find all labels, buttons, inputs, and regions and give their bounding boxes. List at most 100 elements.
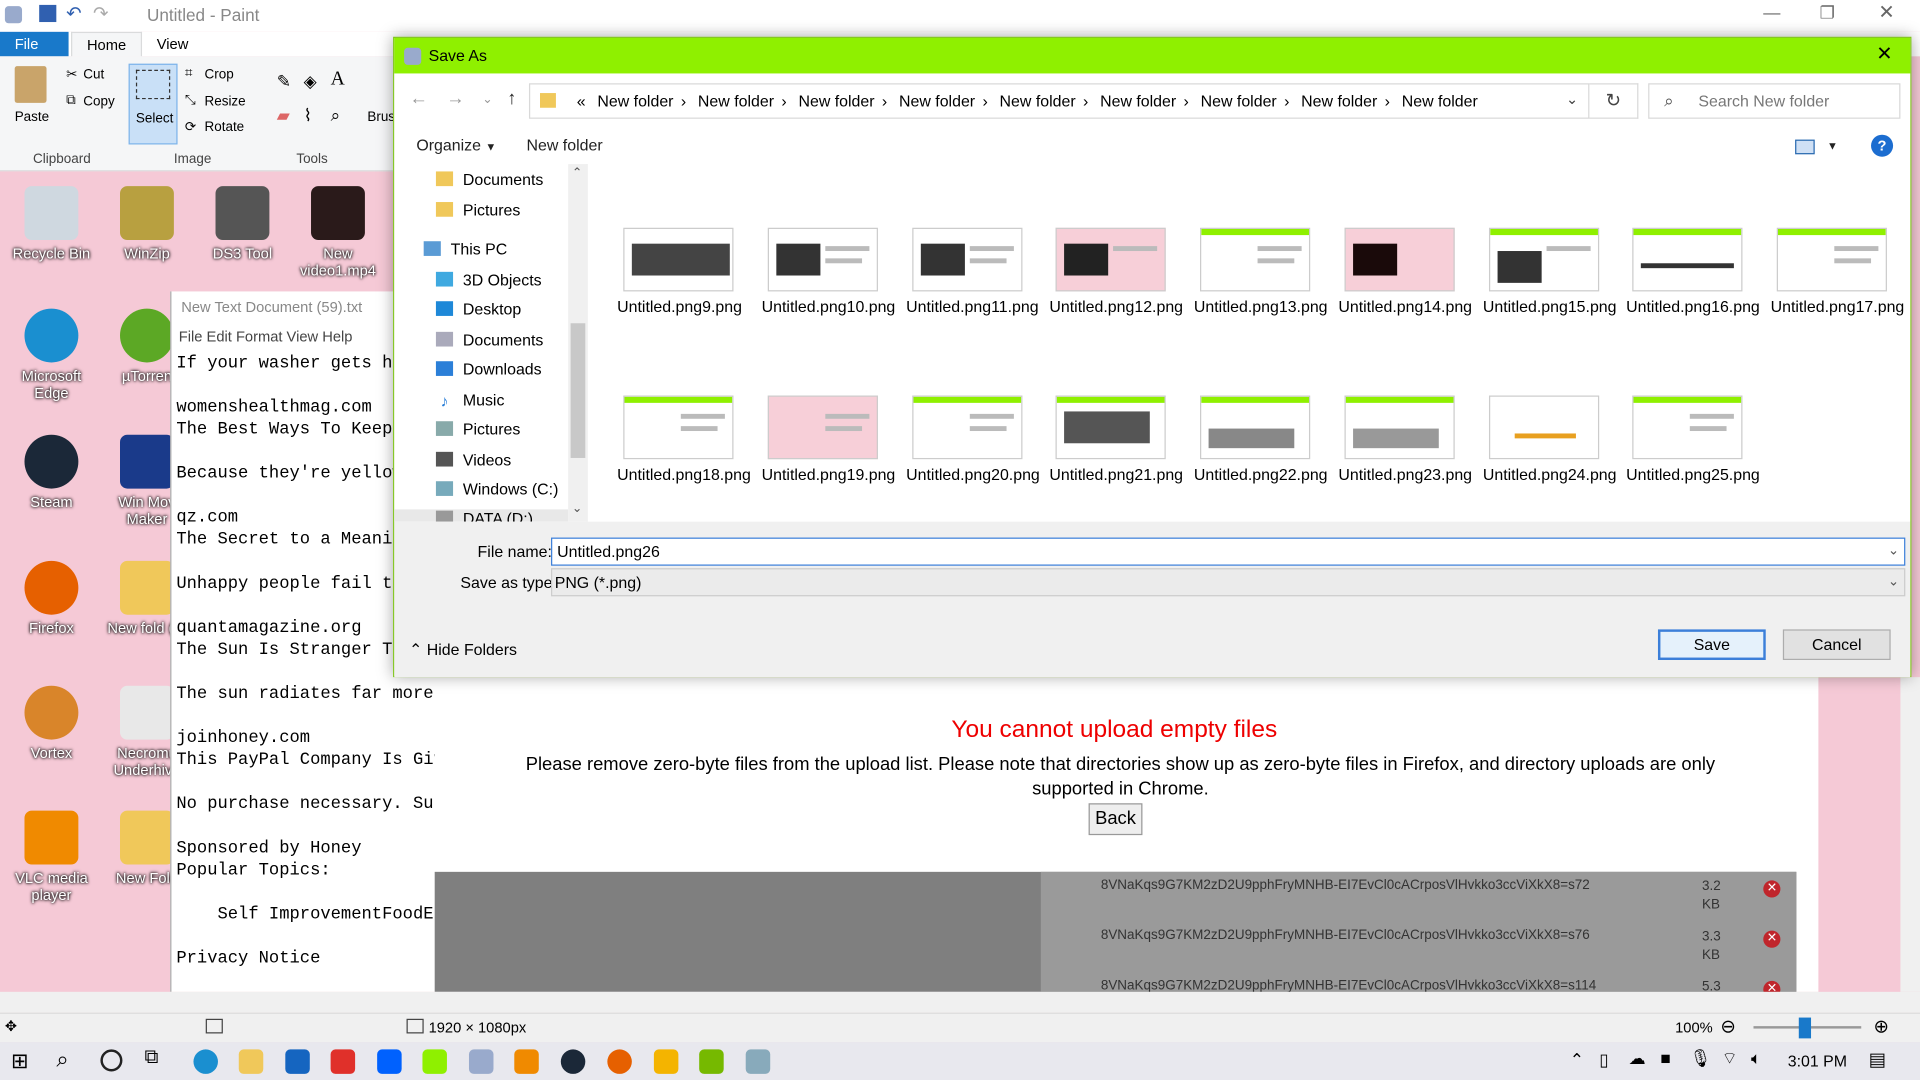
desktop-icon-vlc[interactable]: VLC media player	[9, 810, 95, 904]
close-icon[interactable]: ✕	[1878, 0, 1894, 24]
camera-icon[interactable]: ■	[1660, 1048, 1670, 1068]
redo-icon[interactable]: ↷	[93, 2, 108, 25]
restore-icon[interactable]: ❐	[1820, 2, 1835, 23]
cloud-icon[interactable]: ☁	[1629, 1048, 1646, 1069]
resize-icon[interactable]: ⤡	[185, 93, 196, 109]
back-button[interactable]: Back	[1088, 803, 1143, 836]
firefox-taskbar-icon[interactable]	[607, 1049, 632, 1074]
nav-item-3d-objects[interactable]: 3D Objects	[435, 271, 542, 298]
file-item[interactable]: Untitled.png19.png	[762, 395, 895, 485]
cortana-icon[interactable]	[100, 1049, 123, 1072]
nav-item-desktop[interactable]: Desktop	[435, 300, 521, 327]
wifi-icon[interactable]: ⌔	[1722, 1048, 1738, 1070]
file-item[interactable]: Untitled.png18.png	[617, 395, 751, 485]
cut-icon[interactable]: ✂	[66, 66, 77, 82]
notepad-menu[interactable]: File Edit Format View Help	[179, 328, 353, 345]
refresh-button[interactable]: ↻	[1589, 83, 1639, 119]
nvidia-taskbar-icon[interactable]	[699, 1049, 724, 1074]
copy-icon[interactable]: ⧉	[66, 93, 76, 109]
explorer-taskbar-icon[interactable]	[238, 1049, 264, 1074]
zoom-out-icon[interactable]: ⊖	[1720, 1015, 1735, 1037]
app-taskbar-icon[interactable]	[330, 1049, 356, 1074]
canvas-vertical-scrollbar[interactable]	[1900, 677, 1920, 992]
nav-item-windows-c[interactable]: Windows (C:)	[435, 480, 558, 507]
vlc-taskbar-icon[interactable]	[514, 1049, 539, 1074]
tab-view[interactable]: View	[142, 32, 203, 56]
nav-item-music[interactable]: ♪ Music	[436, 391, 505, 418]
rotate-button[interactable]: Rotate	[204, 120, 244, 135]
clock-time[interactable]: 3:01 PM	[1788, 1052, 1847, 1070]
dropbox-taskbar-icon[interactable]	[377, 1049, 402, 1074]
chevron-down-icon[interactable]: ⌄	[1888, 542, 1899, 559]
file-item[interactable]: Untitled.png24.png	[1483, 395, 1617, 485]
cut-button[interactable]: Cut	[83, 67, 104, 82]
breadcrumb-item[interactable]: New folder	[1402, 92, 1478, 110]
color-picker-icon[interactable]: ⌇	[304, 105, 312, 126]
mail-taskbar-icon[interactable]	[285, 1049, 310, 1074]
file-item[interactable]: Untitled.png25.png	[1626, 395, 1760, 485]
caret-down-icon[interactable]: ▼	[1827, 140, 1838, 152]
breadcrumb-item[interactable]: New folder	[1100, 92, 1176, 110]
task-view-icon[interactable]: ⧉	[144, 1047, 158, 1069]
nav-item-documents-quick[interactable]: Documents	[435, 170, 543, 197]
tab-file[interactable]: File	[0, 31, 69, 57]
volume-icon[interactable]: 🔈︎	[1751, 1048, 1761, 1069]
breadcrumb-item[interactable]: New folder	[597, 92, 673, 110]
file-item[interactable]: Untitled.png15.png	[1483, 227, 1617, 317]
zoom-slider-thumb[interactable]	[1798, 1017, 1812, 1039]
file-name-input[interactable]: Untitled.png26 ⌄	[551, 537, 1906, 566]
notifications-icon[interactable]: ▤	[1869, 1048, 1886, 1070]
dialog-close-icon[interactable]: ✕	[1870, 42, 1899, 69]
zoom-in-icon[interactable]: ⊕	[1873, 1015, 1888, 1037]
brushes-button[interactable]: Brus	[367, 110, 395, 125]
copy-button[interactable]: Copy	[83, 94, 114, 109]
crop-icon[interactable]: ⌗	[185, 66, 193, 82]
undo-icon[interactable]: ↶	[66, 2, 81, 25]
view-options-icon[interactable]	[1795, 139, 1815, 155]
search-box[interactable]: ⌕ Search New folder	[1648, 83, 1901, 119]
nav-item-downloads[interactable]: Downloads	[435, 360, 542, 387]
desktop-icon-recycle-bin[interactable]: Recycle Bin	[9, 186, 95, 262]
file-item[interactable]: Untitled.png21.png	[1049, 395, 1183, 485]
windows-start-icon[interactable]: ⊞	[11, 1049, 28, 1073]
save-button[interactable]: Save	[1657, 629, 1766, 661]
file-item[interactable]: Untitled.png10.png	[762, 227, 895, 317]
remove-icon[interactable]: ✕	[1763, 880, 1781, 898]
desktop-icon-winzip[interactable]: WinZip	[104, 186, 190, 262]
nav-item-data-d[interactable]: DATA (D:)	[394, 509, 569, 522]
steam-taskbar-icon[interactable]	[560, 1049, 586, 1074]
cancel-button[interactable]: Cancel	[1782, 629, 1891, 661]
file-item[interactable]: Untitled.png9.png	[617, 227, 742, 317]
file-item[interactable]: Untitled.png23.png	[1338, 395, 1472, 485]
file-item[interactable]: Untitled.png14.png	[1338, 227, 1472, 317]
eraser-icon[interactable]: ▰	[277, 105, 290, 126]
search-icon[interactable]: ⌕	[56, 1047, 68, 1073]
magnifier-icon[interactable]: ⌕	[331, 105, 341, 126]
chevron-down-icon[interactable]: ⌄	[1566, 91, 1578, 108]
file-item[interactable]: Untitled.png16.png	[1626, 227, 1760, 317]
scroll-down-icon[interactable]: ⌄	[572, 502, 582, 515]
remove-icon[interactable]: ✕	[1763, 930, 1781, 948]
nav-scrollbar-thumb[interactable]	[570, 323, 586, 458]
rotate-icon[interactable]: ⟳	[185, 119, 196, 135]
minimize-icon[interactable]: —	[1763, 2, 1780, 22]
chevron-up-icon[interactable]: ⌃	[1570, 1049, 1584, 1070]
breadcrumb-item[interactable]: New folder	[1201, 92, 1277, 110]
nav-item-pictures[interactable]: Pictures	[435, 420, 520, 447]
organize-button[interactable]: Organize ▼	[416, 136, 496, 154]
breadcrumb-overflow[interactable]: «	[577, 92, 586, 110]
save-icon[interactable]	[39, 4, 57, 23]
fill-icon[interactable]: ◈	[304, 71, 317, 92]
nav-item-pictures-quick[interactable]: Pictures	[435, 201, 520, 228]
help-icon[interactable]: ?	[1871, 134, 1894, 157]
address-bar[interactable]: « New folder › New folder › New folder › Ne…	[528, 83, 1590, 119]
desktop-icon-vortex[interactable]: Vortex	[9, 685, 95, 762]
greenshot-taskbar-icon[interactable]	[422, 1049, 447, 1074]
microphone-icon[interactable]: 🎙︎	[1690, 1048, 1712, 1069]
breadcrumb-item[interactable]: New folder	[798, 92, 874, 110]
scroll-up-icon[interactable]: ⌃	[572, 167, 582, 180]
notepad-taskbar-icon[interactable]	[745, 1049, 771, 1074]
paint-taskbar-icon[interactable]	[468, 1049, 494, 1074]
search-input[interactable]: Search New folder	[1698, 92, 1829, 110]
breadcrumb-item[interactable]: New folder	[899, 92, 975, 110]
